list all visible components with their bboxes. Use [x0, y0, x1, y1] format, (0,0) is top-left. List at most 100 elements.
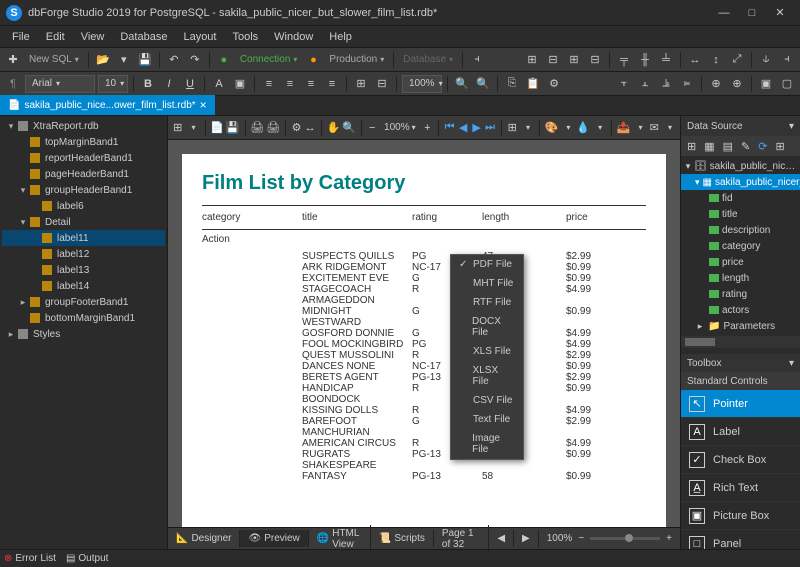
tree-node[interactable]: pageHeaderBand1	[2, 166, 165, 182]
menu-view[interactable]: View	[73, 29, 113, 45]
halign-icon-4[interactable]: ⫢	[678, 75, 696, 93]
designer-tab[interactable]: 📐Designer	[168, 530, 240, 547]
tree-node[interactable]: reportHeaderBand1	[2, 150, 165, 166]
params-icon[interactable]: ⊞	[172, 119, 184, 137]
ds-field[interactable]: title	[681, 206, 800, 222]
layout-icon-1[interactable]: ⊞	[523, 51, 541, 69]
layout-icon-2[interactable]: ⊟	[544, 51, 562, 69]
valign-icon-1[interactable]: ╤	[615, 51, 633, 69]
tree-node[interactable]: label6	[2, 198, 165, 214]
underline-icon[interactable]: U	[181, 75, 199, 93]
export-menu-item[interactable]: MHT File	[451, 274, 523, 293]
center-h-icon[interactable]: ⊕	[707, 75, 725, 93]
production-dropdown[interactable]: Production	[325, 54, 388, 65]
tree-node[interactable]: label11	[2, 230, 165, 246]
spacing-icon-1[interactable]: ⫝	[757, 51, 775, 69]
halign-icon-1[interactable]: ⫟	[615, 75, 633, 93]
export-icon[interactable]: 📤	[617, 119, 631, 137]
preview-tab[interactable]: 👁Preview	[240, 530, 308, 547]
connection-dropdown[interactable]: Connection	[236, 54, 302, 65]
ds-root[interactable]: ▾🗄sakila_public_nicer_but_slower_...	[681, 158, 800, 174]
bring-front-icon[interactable]: ▣	[757, 75, 775, 93]
font-dropdown[interactable]: Arial	[25, 75, 95, 93]
ds-field[interactable]: price	[681, 254, 800, 270]
toolbox-item[interactable]: ✓Check Box	[681, 446, 800, 474]
tree-node[interactable]: label13	[2, 262, 165, 278]
zoom-in-preview-icon[interactable]: +	[422, 119, 434, 137]
font-size-dropdown[interactable]: 10	[98, 75, 128, 93]
export-menu-item[interactable]: Text File	[451, 410, 523, 429]
tree-node[interactable]: ▸Styles	[2, 326, 165, 342]
layout-icon-4[interactable]: ⊟	[586, 51, 604, 69]
zoom-preview-dropdown[interactable]: 100%	[380, 122, 420, 133]
align-left-text-icon[interactable]: ≡	[260, 75, 278, 93]
menu-tools[interactable]: Tools	[224, 29, 266, 45]
new-sql-button[interactable]: ✚	[4, 51, 22, 69]
ds-field[interactable]: actors	[681, 302, 800, 318]
tree-node[interactable]: bottomMarginBand1	[2, 310, 165, 326]
close-button[interactable]: ✕	[766, 3, 794, 23]
maximize-button[interactable]: □	[738, 3, 766, 23]
tree-root[interactable]: ▾XtraReport.rdb	[2, 118, 165, 134]
toolbox-item[interactable]: ALabel	[681, 418, 800, 446]
export-dropdown[interactable]	[632, 123, 646, 132]
output-button[interactable]: ▤Output	[66, 553, 108, 564]
grid-icon[interactable]: ⊞	[352, 75, 370, 93]
doc-icon[interactable]: 📄	[210, 119, 224, 137]
italic-icon[interactable]: I	[160, 75, 178, 93]
email-dropdown[interactable]	[662, 123, 676, 132]
send-back-icon[interactable]: ▢	[778, 75, 796, 93]
html-view-tab[interactable]: 🌐HTML View	[309, 525, 371, 553]
menu-window[interactable]: Window	[266, 29, 321, 45]
align-center-text-icon[interactable]: ≡	[281, 75, 299, 93]
redo-icon[interactable]: ↷	[186, 51, 204, 69]
export-menu-item[interactable]: DOCX File	[451, 312, 523, 342]
open-icon[interactable]: 📂	[94, 51, 112, 69]
zoom-out-preview-icon[interactable]: −	[367, 119, 379, 137]
ds-field[interactable]: category	[681, 238, 800, 254]
ds-field[interactable]: rating	[681, 286, 800, 302]
tree-node[interactable]: ▸groupFooterBand1	[2, 294, 165, 310]
save-preview-icon[interactable]: 💾	[226, 119, 240, 137]
settings-icon[interactable]: ⚙	[545, 75, 563, 93]
scripts-tab[interactable]: 📜Scripts	[371, 530, 434, 547]
toolbox-item[interactable]: □Panel	[681, 530, 800, 549]
menu-edit[interactable]: Edit	[38, 29, 73, 45]
ds-refresh-icon[interactable]: ⟳	[758, 140, 767, 153]
halign-icon-2[interactable]: ⫠	[636, 75, 654, 93]
minimize-button[interactable]: —	[710, 3, 738, 23]
ds-table[interactable]: ▾▦sakila_public_nicer_but	[681, 174, 800, 190]
paste-icon[interactable]: 📋	[524, 75, 542, 93]
ruler-icon[interactable]: ⊟	[373, 75, 391, 93]
toolbox-item[interactable]: A̲Rich Text	[681, 474, 800, 502]
page-setup-icon[interactable]: ⚙	[291, 119, 303, 137]
export-menu-item[interactable]: CSV File	[451, 391, 523, 410]
page-nav-next[interactable]: ▶	[514, 530, 539, 547]
error-list-button[interactable]: ⊗Error List	[4, 553, 56, 564]
align-right-text-icon[interactable]: ≡	[302, 75, 320, 93]
ds-more-icon[interactable]: ⊞	[775, 140, 784, 153]
tree-node[interactable]: ▾Detail	[2, 214, 165, 230]
zoom-dropdown[interactable]: 100%	[402, 75, 442, 93]
toolbox-menu-icon[interactable]: ▾	[789, 358, 794, 369]
layout-icon-3[interactable]: ⊞	[565, 51, 583, 69]
halign-icon-3[interactable]: ⫡	[657, 75, 675, 93]
document-tab[interactable]: 📄 sakila_public_nice...ower_film_list.rd…	[0, 95, 215, 115]
format-icon[interactable]: ¶	[4, 75, 22, 93]
next-page-icon[interactable]: ▶	[471, 119, 483, 137]
ds-scrollbar[interactable]	[681, 336, 800, 348]
menu-help[interactable]: Help	[321, 29, 360, 45]
color-icon[interactable]: 🎨	[545, 119, 559, 137]
size-icon-1[interactable]: ↔	[686, 51, 704, 69]
toolbox-item[interactable]: ↖Pointer	[681, 390, 800, 418]
zoom-minus-icon[interactable]: −	[578, 533, 584, 544]
bold-icon[interactable]: B	[139, 75, 157, 93]
center-v-icon[interactable]: ⊕	[728, 75, 746, 93]
print-icon[interactable]: 🖨	[250, 119, 264, 137]
zoom-plus-icon[interactable]: +	[666, 533, 672, 544]
justify-text-icon[interactable]: ≡	[323, 75, 341, 93]
menu-layout[interactable]: Layout	[175, 29, 224, 45]
export-menu-item[interactable]: Image File	[451, 429, 523, 459]
size-icon-3[interactable]: ⤢	[728, 51, 746, 69]
hand-icon[interactable]: ✋	[326, 119, 340, 137]
